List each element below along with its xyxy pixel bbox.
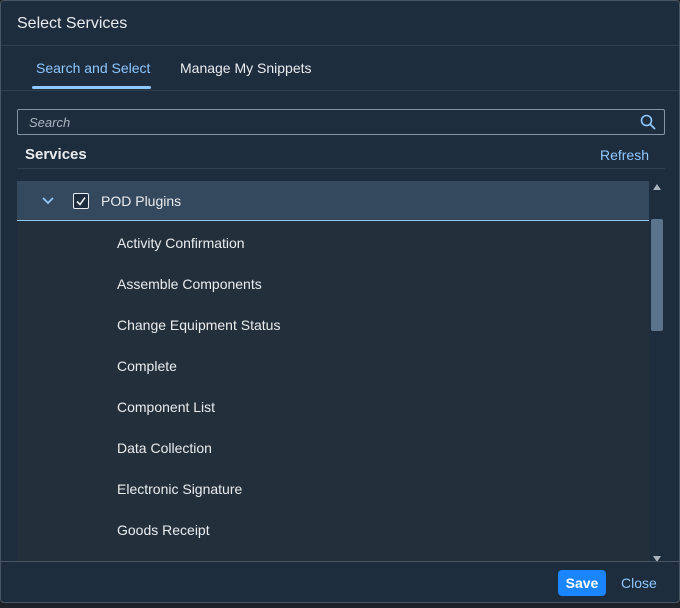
refresh-button[interactable]: Refresh: [600, 147, 649, 163]
tab-bar: Search and Select Manage My Snippets: [1, 46, 679, 91]
tree-item-label: Change Equipment Status: [117, 317, 281, 333]
tree-item[interactable]: Assemble Components: [17, 263, 649, 304]
dialog-title: Select Services: [17, 15, 128, 32]
group-checkbox[interactable]: [73, 193, 89, 209]
tree-item[interactable]: Complete: [17, 345, 649, 386]
vertical-scrollbar[interactable]: [649, 181, 665, 562]
scroll-up-arrow-icon[interactable]: [653, 184, 661, 190]
tab-manage-my-snippets[interactable]: Manage My Snippets: [180, 60, 312, 76]
dialog-header: Select Services: [1, 1, 679, 46]
tree-group-label: POD Plugins: [101, 193, 182, 209]
tree-item-label: Goods Receipt: [117, 522, 210, 538]
tree-group-pod-plugins[interactable]: POD Plugins: [17, 181, 649, 221]
tree-item[interactable]: Electronic Signature: [17, 468, 649, 509]
checkmark-icon: [76, 197, 86, 206]
search-placeholder: Search: [29, 115, 71, 130]
services-heading: Services: [25, 146, 87, 163]
search-icon[interactable]: [640, 114, 656, 130]
tree-item[interactable]: Data Collection: [17, 427, 649, 468]
scrollbar-thumb[interactable]: [651, 219, 663, 331]
dialog-footer: Save Close: [1, 561, 679, 602]
tab-search-and-select[interactable]: Search and Select: [36, 60, 150, 76]
close-button[interactable]: Close: [621, 570, 657, 596]
save-button[interactable]: Save: [558, 570, 606, 596]
tree-item-label: Data Collection: [117, 440, 212, 456]
tree-item-label: Complete: [117, 358, 177, 374]
tree-item-label: Assemble Components: [117, 276, 262, 292]
tree-item[interactable]: Activity Confirmation: [17, 222, 649, 263]
chevron-down-icon[interactable]: [41, 194, 55, 208]
selected-tab-indicator: [32, 86, 151, 89]
services-list-header: Services Refresh: [17, 139, 665, 169]
tree-item-label: Component List: [117, 399, 216, 415]
search-input[interactable]: Search: [17, 109, 665, 135]
tree-item-label: Electronic Signature: [117, 481, 243, 497]
dialog-content: Search Services Refresh POD Plugins Acti…: [1, 91, 679, 562]
tree-item-label: Activity Confirmation: [117, 235, 245, 251]
select-services-dialog: Select Services Search and Select Manage…: [0, 0, 680, 603]
tree-item[interactable]: Goods Receipt: [17, 509, 649, 550]
tree-item[interactable]: Change Equipment Status: [17, 304, 649, 345]
services-tree: POD Plugins Activity Confirmation Assemb…: [17, 181, 649, 561]
tree-item[interactable]: Component List: [17, 386, 649, 427]
